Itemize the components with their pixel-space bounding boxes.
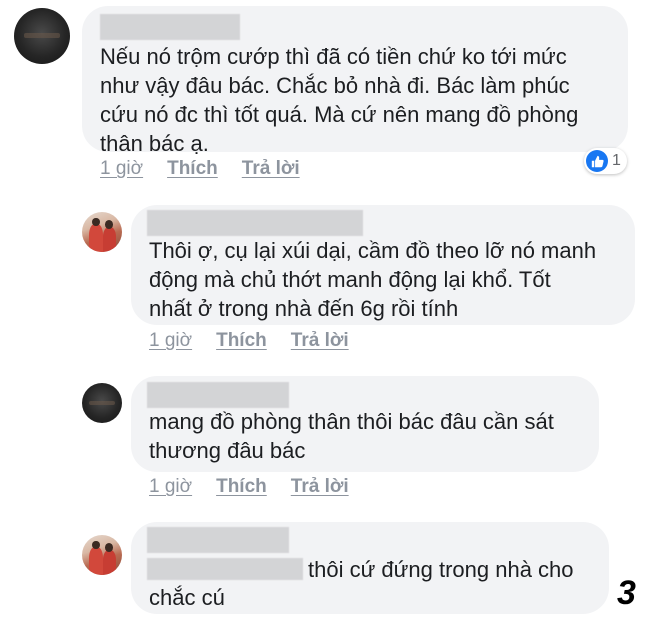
redacted-author-name[interactable] <box>147 527 289 553</box>
comment-text-line: thôi cứ đứng trong nhà cho <box>308 557 574 582</box>
reply-link[interactable]: Trả lời <box>291 330 349 352</box>
commenter-avatar[interactable] <box>82 535 122 575</box>
timestamp-link[interactable]: 1 giờ <box>100 158 143 180</box>
reaction-summary[interactable]: 1 <box>584 148 627 174</box>
reaction-count: 1 <box>612 152 621 169</box>
reply-link[interactable]: Trả lời <box>291 476 349 498</box>
like-link[interactable]: Thích <box>216 476 267 498</box>
thumbs-up-icon <box>586 150 608 172</box>
redacted-author-name[interactable] <box>147 382 289 408</box>
comment-actions: 1 giờ Thích Trả lời <box>149 476 349 498</box>
commenter-avatar[interactable] <box>82 383 122 423</box>
reply-link[interactable]: Trả lời <box>242 158 300 180</box>
comment-bubble: Nếu nó trộm cướp thì đã có tiền chứ ko t… <box>82 6 628 156</box>
like-link[interactable]: Thích <box>167 158 218 180</box>
redacted-author-name[interactable] <box>147 210 363 236</box>
comment-bubble: thôi cứ đứng trong nhà cho chắc cú <box>131 522 609 614</box>
comment-bubble: mang đồ phòng thân thôi bác đâu cần sát … <box>131 376 599 472</box>
comment-text: Thôi ợ, cụ lại xúi dại, cầm đồ theo lỡ n… <box>149 238 597 321</box>
timestamp-link[interactable]: 1 giờ <box>149 476 192 498</box>
comment-text: mang đồ phòng thân thôi bác đâu cần sát … <box>149 409 554 463</box>
comment-bubble: Thôi ợ, cụ lại xúi dại, cầm đồ theo lỡ n… <box>131 205 635 325</box>
like-link[interactable]: Thích <box>216 330 267 352</box>
comment-actions: 1 giờ Thích Trả lời <box>100 158 300 180</box>
redacted-author-name[interactable] <box>100 14 240 40</box>
comment-text: Nếu nó trộm cướp thì đã có tiền chứ ko t… <box>100 44 579 156</box>
commenter-avatar[interactable] <box>14 8 70 64</box>
commenter-avatar[interactable] <box>82 212 122 252</box>
comment-actions: 1 giờ Thích Trả lời <box>149 330 349 352</box>
timestamp-link[interactable]: 1 giờ <box>149 330 192 352</box>
page-number: 3 <box>617 574 636 612</box>
comment-text-line: chắc cú <box>149 585 225 610</box>
redacted-mention[interactable] <box>147 558 303 580</box>
